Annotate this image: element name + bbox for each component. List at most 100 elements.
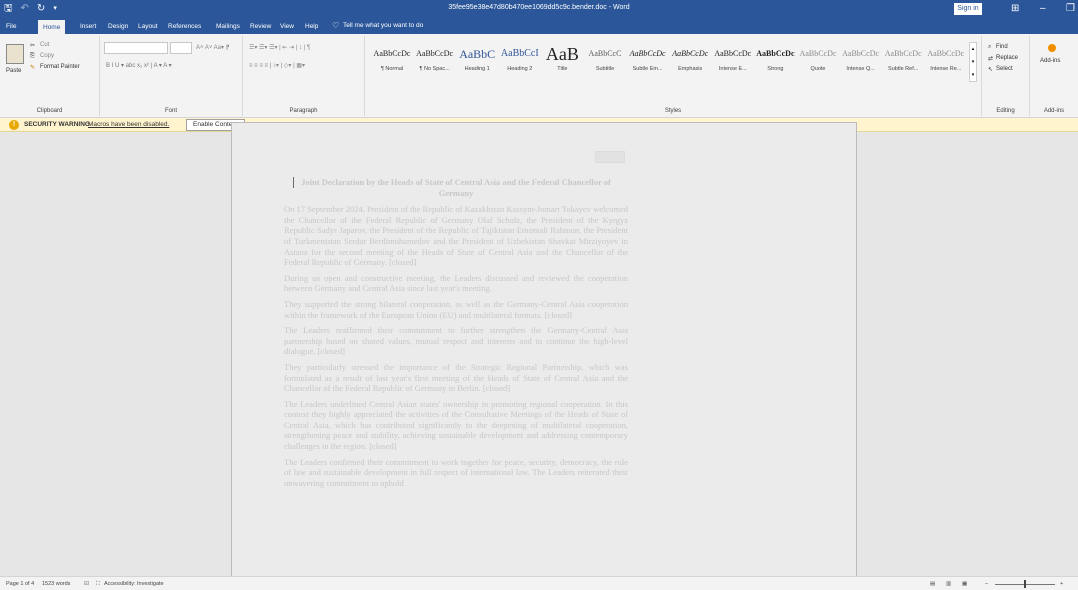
style-name: Strong: [767, 66, 784, 72]
select-icon[interactable]: ↖: [988, 66, 993, 73]
tab-design[interactable]: Design: [108, 22, 128, 31]
find-icon[interactable]: ⌕: [988, 44, 991, 51]
document-paragraph: The Leaders underlined Central Asian sta…: [284, 398, 628, 452]
replace-icon[interactable]: ⇄: [988, 55, 993, 62]
style-item[interactable]: AaBbCcDc ¶ Normal: [371, 42, 413, 82]
style-item[interactable]: AaBbCcI Heading 2: [499, 42, 541, 82]
select-button[interactable]: Select: [996, 66, 1013, 72]
tab-mailings[interactable]: Mailings: [216, 22, 240, 31]
zoom-slider-thumb[interactable]: [1024, 580, 1026, 588]
tab-home[interactable]: Home: [38, 20, 66, 34]
tab-layout[interactable]: Layout: [138, 22, 158, 31]
page-count[interactable]: Page 1 of 4: [6, 581, 34, 587]
tab-file[interactable]: File: [6, 22, 16, 31]
style-item[interactable]: AaBbCcC Subtitle: [584, 42, 626, 82]
cut-button[interactable]: Cut: [40, 42, 49, 48]
addins-group: Add-ins Add-ins: [1030, 36, 1078, 116]
print-layout-icon[interactable]: ▥: [946, 581, 951, 587]
grow-font-icon[interactable]: A˄ A˅ Aa▾ ⁋: [196, 44, 230, 51]
editing-group: ⌕ Find ⇄ Replace ↖ Select Editing: [982, 36, 1030, 116]
editing-label: Editing: [996, 108, 1015, 114]
tab-references[interactable]: References: [168, 22, 201, 31]
restore-icon[interactable]: ❐: [1066, 2, 1075, 16]
style-sample: AaBbCcI: [500, 48, 539, 59]
style-item[interactable]: AaB Title: [541, 42, 583, 82]
style-sample: AaBbCcDc: [756, 49, 795, 58]
document-paragraph: The Leaders reaffirmed their commitment …: [284, 325, 628, 357]
style-name: Intense Re...: [930, 66, 962, 72]
ribbon: Paste ✂ Cut ⎘ Copy ✎ Format Painter Clip…: [0, 34, 1078, 118]
document-body[interactable]: Joint Declaration by the Heads of State …: [284, 177, 628, 493]
ribbon-display-icon[interactable]: ⊞: [1011, 2, 1019, 16]
zoom-out-icon[interactable]: –: [985, 581, 988, 587]
style-sample: AaBbCcDc: [672, 49, 709, 58]
style-sample: AaBbCcDc: [416, 49, 454, 58]
styles-scroll[interactable]: ▴ ▾ ▾: [969, 42, 977, 82]
paste-button[interactable]: Paste: [6, 68, 21, 74]
cut-icon[interactable]: ✂: [30, 42, 35, 49]
accessibility-icon: ⛶: [96, 581, 100, 587]
tell-me-input[interactable]: Tell me what you want to do: [343, 22, 423, 29]
styles-group: AaBbCcDc ¶ Normal AaBbCcDc ¶ No Spac... AaBb…: [365, 36, 982, 116]
tab-insert[interactable]: Insert: [80, 22, 96, 31]
style-name: ¶ No Spac...: [419, 66, 450, 72]
clipboard-group: Paste ✂ Cut ⎘ Copy ✎ Format Painter Clip…: [0, 36, 100, 116]
addins-icon[interactable]: [1048, 44, 1056, 52]
style-item[interactable]: AaBbCcDc Intense E...: [712, 42, 754, 82]
format-painter-button[interactable]: Format Painter: [40, 64, 80, 70]
document-title: Joint Declaration by the Heads of State …: [301, 177, 611, 198]
paste-icon[interactable]: [6, 44, 24, 64]
word-count[interactable]: 1523 words: [42, 581, 70, 587]
tab-view[interactable]: View: [280, 22, 294, 31]
title-bar: 🖫 ↶ ↻ ▾ 35fee95e38e47d80b470ee1069dd5c9c…: [0, 0, 1078, 18]
font-size-box[interactable]: [170, 42, 192, 54]
tab-help[interactable]: Help: [305, 22, 318, 31]
style-item[interactable]: AaBbCcDc Quote: [797, 42, 839, 82]
style-item[interactable]: AaBbC Heading 1: [456, 42, 498, 82]
addins-button[interactable]: Add-ins: [1040, 58, 1060, 64]
paragraph-group: ☰▾ ☰▾ ☰▾ | ⇤ ⇥ | ↕ | ¶ ≡ ≡ ≡ ≡ | ↕▾ | ◇▾…: [243, 36, 365, 116]
document-page[interactable]: Joint Declaration by the Heads of State …: [231, 122, 857, 582]
font-label: Font: [164, 108, 177, 114]
style-name: Subtle Em...: [632, 66, 663, 72]
find-button[interactable]: Find: [996, 44, 1008, 50]
format-painter-icon[interactable]: ✎: [30, 64, 35, 71]
style-name: Title: [557, 66, 568, 72]
accessibility-status[interactable]: Accessibility: Investigate: [104, 581, 164, 587]
bold-italic-underline-icons[interactable]: B I U ▾ abc x₂ x² | A ▾ A ▾: [106, 62, 172, 69]
paragraph-label: Paragraph: [289, 108, 318, 114]
align-icons[interactable]: ≡ ≡ ≡ ≡ | ↕▾ | ◇▾ | ▦▾: [249, 62, 305, 69]
style-item[interactable]: AaBbCcDc ¶ No Spac...: [414, 42, 456, 82]
replace-button[interactable]: Replace: [996, 55, 1018, 61]
copy-button[interactable]: Copy: [40, 53, 54, 59]
style-item[interactable]: AaBbCcDc Strong: [754, 42, 796, 82]
web-layout-icon[interactable]: ▦: [962, 581, 967, 587]
read-mode-icon[interactable]: ▤: [930, 581, 935, 587]
minimize-icon[interactable]: –: [1040, 2, 1046, 16]
zoom-in-icon[interactable]: +: [1060, 581, 1063, 587]
copy-icon[interactable]: ⎘: [30, 53, 35, 60]
list-icons[interactable]: ☰▾ ☰▾ ☰▾ | ⇤ ⇥ | ↕ | ¶: [249, 44, 310, 51]
style-sample: AaBbCcDc: [629, 49, 666, 58]
paragraphs: On 17 September 2024, President of the R…: [284, 204, 628, 488]
style-name: Heading 1: [464, 66, 490, 72]
style-item[interactable]: AaBbCcDc Emphasis: [669, 42, 711, 82]
style-sample: AaBbCcDc: [373, 49, 411, 58]
style-name: Quote: [810, 66, 826, 72]
proofing-icon[interactable]: ☑: [84, 581, 89, 587]
security-warning-title: SECURITY WARNING: [24, 121, 90, 128]
style-item[interactable]: AaBbCcDc Intense Q...: [840, 42, 882, 82]
style-sample: AaBbCcC: [588, 49, 622, 58]
document-paragraph: The Leaders confirmed their commitment t…: [284, 456, 628, 488]
font-name-box[interactable]: [104, 42, 168, 54]
style-item[interactable]: AaBbCcDc Intense Re...: [925, 42, 967, 82]
sign-in-button[interactable]: Sign in: [954, 3, 982, 15]
style-item[interactable]: AaBbCcDc Subtle Em...: [627, 42, 669, 82]
style-name: Subtitle: [595, 66, 615, 72]
style-sample: AaBbCcDc: [799, 49, 837, 58]
macros-disabled-link[interactable]: Macros have been disabled.: [88, 121, 169, 128]
style-name: Intense Q...: [846, 66, 875, 72]
style-item[interactable]: AaBbCcDc Subtle Ref...: [882, 42, 924, 82]
document-paragraph: During an open and constructive meeting,…: [284, 272, 628, 294]
tab-review[interactable]: Review: [250, 22, 271, 31]
